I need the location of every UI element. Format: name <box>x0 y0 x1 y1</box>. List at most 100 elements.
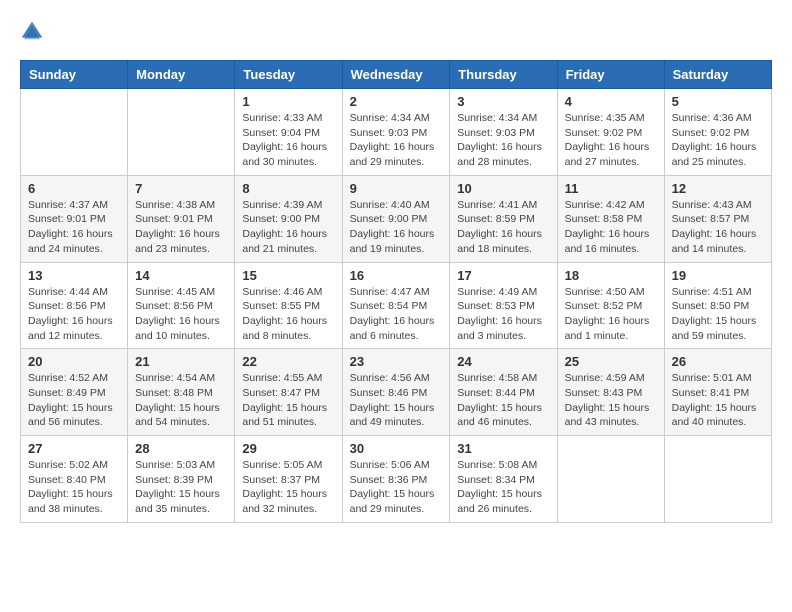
day-number: 22 <box>242 354 334 369</box>
day-info: Sunrise: 5:08 AM Sunset: 8:34 PM Dayligh… <box>457 458 549 517</box>
day-info: Sunrise: 4:36 AM Sunset: 9:02 PM Dayligh… <box>672 111 764 170</box>
calendar-cell: 20Sunrise: 4:52 AM Sunset: 8:49 PM Dayli… <box>21 349 128 436</box>
calendar-cell <box>664 436 771 523</box>
day-number: 1 <box>242 94 334 109</box>
day-info: Sunrise: 4:59 AM Sunset: 8:43 PM Dayligh… <box>565 371 657 430</box>
calendar-cell: 11 Sunrise: 4:42 AM Sunset: 8:58 PM Dayli… <box>557 175 664 262</box>
day-number: 18 <box>565 268 657 283</box>
page-header <box>20 20 772 44</box>
calendar-week-row: 6 Sunrise: 4:37 AM Sunset: 9:01 PM Daylig… <box>21 175 772 262</box>
day-number: 2 <box>350 94 443 109</box>
day-info: Sunrise: 4:43 AM Sunset: 8:57 PM Dayligh… <box>672 198 764 257</box>
logo-icon <box>20 20 44 44</box>
day-info: Sunrise: 5:05 AM Sunset: 8:37 PM Dayligh… <box>242 458 334 517</box>
calendar-cell: 31 Sunrise: 5:08 AM Sunset: 8:34 PM Dayli… <box>450 436 557 523</box>
calendar-cell: 25 Sunrise: 4:59 AM Sunset: 8:43 PM Dayli… <box>557 349 664 436</box>
day-info: Sunrise: 4:40 AM Sunset: 9:00 PM Dayligh… <box>350 198 443 257</box>
calendar-cell: 21 Sunrise: 4:54 AM Sunset: 8:48 PM Dayli… <box>128 349 235 436</box>
day-info: Sunrise: 4:38 AM Sunset: 9:01 PM Dayligh… <box>135 198 227 257</box>
day-info: Sunrise: 4:35 AM Sunset: 9:02 PM Dayligh… <box>565 111 657 170</box>
day-info: Sunrise: 4:56 AM Sunset: 8:46 PM Dayligh… <box>350 371 443 430</box>
day-number: 14 <box>135 268 227 283</box>
calendar-cell: 26 Sunrise: 5:01 AM Sunset: 8:41 PM Dayli… <box>664 349 771 436</box>
day-number: 19 <box>672 268 764 283</box>
day-number: 26 <box>672 354 764 369</box>
day-number: 10 <box>457 181 549 196</box>
logo <box>20 20 48 44</box>
day-number: 8 <box>242 181 334 196</box>
calendar-week-row: 13 Sunrise: 4:44 AM Sunset: 8:56 PM Dayli… <box>21 262 772 349</box>
day-number: 23 <box>350 354 443 369</box>
day-info: Sunrise: 4:44 AM Sunset: 8:56 PM Dayligh… <box>28 285 120 344</box>
day-info: Sunrise: 5:03 AM Sunset: 8:39 PM Dayligh… <box>135 458 227 517</box>
day-number: 5 <box>672 94 764 109</box>
calendar-cell: 7 Sunrise: 4:38 AM Sunset: 9:01 PM Daylig… <box>128 175 235 262</box>
calendar-cell <box>128 89 235 176</box>
calendar-cell: 19 Sunrise: 4:51 AM Sunset: 8:50 PM Dayli… <box>664 262 771 349</box>
day-info: Sunrise: 5:01 AM Sunset: 8:41 PM Dayligh… <box>672 371 764 430</box>
day-of-week-header: Tuesday <box>235 61 342 89</box>
day-number: 3 <box>457 94 549 109</box>
day-of-week-header: Thursday <box>450 61 557 89</box>
day-number: 17 <box>457 268 549 283</box>
day-number: 30 <box>350 441 443 456</box>
calendar-header-row: SundayMondayTuesdayWednesdayThursdayFrid… <box>21 61 772 89</box>
calendar-cell: 5 Sunrise: 4:36 AM Sunset: 9:02 PM Daylig… <box>664 89 771 176</box>
day-number: 20 <box>28 354 120 369</box>
calendar-cell: 24 Sunrise: 4:58 AM Sunset: 8:44 PM Dayli… <box>450 349 557 436</box>
day-info: Sunrise: 4:45 AM Sunset: 8:56 PM Dayligh… <box>135 285 227 344</box>
day-info: Sunrise: 4:49 AM Sunset: 8:53 PM Dayligh… <box>457 285 549 344</box>
calendar-cell: 27 Sunrise: 5:02 AM Sunset: 8:40 PM Dayli… <box>21 436 128 523</box>
day-info: Sunrise: 4:58 AM Sunset: 8:44 PM Dayligh… <box>457 371 549 430</box>
day-number: 13 <box>28 268 120 283</box>
calendar-cell: 15 Sunrise: 4:46 AM Sunset: 8:55 PM Dayli… <box>235 262 342 349</box>
calendar-cell: 2 Sunrise: 4:34 AM Sunset: 9:03 PM Daylig… <box>342 89 450 176</box>
day-number: 6 <box>28 181 120 196</box>
day-number: 21 <box>135 354 227 369</box>
day-number: 27 <box>28 441 120 456</box>
calendar-cell: 1 Sunrise: 4:33 AM Sunset: 9:04 PM Daylig… <box>235 89 342 176</box>
calendar-cell: 6 Sunrise: 4:37 AM Sunset: 9:01 PM Daylig… <box>21 175 128 262</box>
calendar-cell: 22 Sunrise: 4:55 AM Sunset: 8:47 PM Dayli… <box>235 349 342 436</box>
day-number: 28 <box>135 441 227 456</box>
calendar-cell: 16Sunrise: 4:47 AM Sunset: 8:54 PM Dayli… <box>342 262 450 349</box>
day-info: Sunrise: 4:39 AM Sunset: 9:00 PM Dayligh… <box>242 198 334 257</box>
day-of-week-header: Monday <box>128 61 235 89</box>
day-info: Sunrise: 4:55 AM Sunset: 8:47 PM Dayligh… <box>242 371 334 430</box>
day-number: 31 <box>457 441 549 456</box>
calendar-cell: 9 Sunrise: 4:40 AM Sunset: 9:00 PM Daylig… <box>342 175 450 262</box>
calendar-cell: 8 Sunrise: 4:39 AM Sunset: 9:00 PM Daylig… <box>235 175 342 262</box>
day-info: Sunrise: 4:37 AM Sunset: 9:01 PM Dayligh… <box>28 198 120 257</box>
day-number: 15 <box>242 268 334 283</box>
calendar-cell: 28 Sunrise: 5:03 AM Sunset: 8:39 PM Dayli… <box>128 436 235 523</box>
day-number: 9 <box>350 181 443 196</box>
day-info: Sunrise: 4:46 AM Sunset: 8:55 PM Dayligh… <box>242 285 334 344</box>
calendar-cell: 12 Sunrise: 4:43 AM Sunset: 8:57 PM Dayli… <box>664 175 771 262</box>
day-info: Sunrise: 4:54 AM Sunset: 8:48 PM Dayligh… <box>135 371 227 430</box>
calendar-cell: 18 Sunrise: 4:50 AM Sunset: 8:52 PM Dayli… <box>557 262 664 349</box>
day-info: Sunrise: 4:34 AM Sunset: 9:03 PM Dayligh… <box>350 111 443 170</box>
day-info: Sunrise: 4:33 AM Sunset: 9:04 PM Dayligh… <box>242 111 334 170</box>
calendar-cell: 29Sunrise: 5:05 AM Sunset: 8:37 PM Dayli… <box>235 436 342 523</box>
day-info: Sunrise: 4:51 AM Sunset: 8:50 PM Dayligh… <box>672 285 764 344</box>
day-of-week-header: Friday <box>557 61 664 89</box>
calendar-table: SundayMondayTuesdayWednesdayThursdayFrid… <box>20 60 772 523</box>
day-number: 24 <box>457 354 549 369</box>
calendar-cell: 3Sunrise: 4:34 AM Sunset: 9:03 PM Daylig… <box>450 89 557 176</box>
calendar-cell: 10Sunrise: 4:41 AM Sunset: 8:59 PM Dayli… <box>450 175 557 262</box>
day-number: 11 <box>565 181 657 196</box>
day-of-week-header: Sunday <box>21 61 128 89</box>
day-number: 12 <box>672 181 764 196</box>
calendar-cell: 13 Sunrise: 4:44 AM Sunset: 8:56 PM Dayli… <box>21 262 128 349</box>
day-of-week-header: Wednesday <box>342 61 450 89</box>
day-info: Sunrise: 5:02 AM Sunset: 8:40 PM Dayligh… <box>28 458 120 517</box>
day-number: 4 <box>565 94 657 109</box>
calendar-cell: 4 Sunrise: 4:35 AM Sunset: 9:02 PM Daylig… <box>557 89 664 176</box>
day-number: 25 <box>565 354 657 369</box>
calendar-cell: 23 Sunrise: 4:56 AM Sunset: 8:46 PM Dayli… <box>342 349 450 436</box>
day-number: 7 <box>135 181 227 196</box>
day-number: 16 <box>350 268 443 283</box>
calendar-week-row: 20Sunrise: 4:52 AM Sunset: 8:49 PM Dayli… <box>21 349 772 436</box>
day-info: Sunrise: 4:50 AM Sunset: 8:52 PM Dayligh… <box>565 285 657 344</box>
day-info: Sunrise: 4:42 AM Sunset: 8:58 PM Dayligh… <box>565 198 657 257</box>
